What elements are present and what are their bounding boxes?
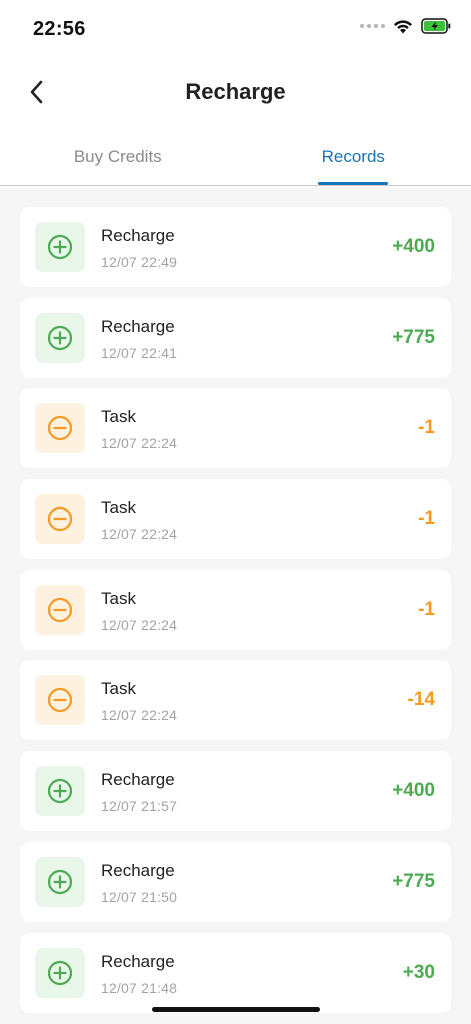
record-amount: +400 [392, 236, 435, 257]
minus-circle-icon [35, 584, 85, 635]
record-row[interactable]: Recharge 12/07 21:57 +400 [20, 751, 451, 832]
record-row[interactable]: Task 12/07 22:24 -14 [20, 660, 451, 741]
plus-circle-icon [35, 766, 85, 817]
header-area: 22:56 Recharge Buy Credits Records [0, 0, 471, 187]
record-title: Recharge [101, 226, 175, 245]
minus-circle-icon [35, 403, 85, 454]
record-time: 12/07 22:24 [101, 707, 178, 724]
record-title: Recharge [101, 860, 175, 880]
record-time: 12/07 21:57 [101, 798, 178, 815]
page-title: Recharge [185, 79, 286, 104]
record-title: Recharge [101, 770, 175, 790]
record-amount: +775 [392, 870, 435, 892]
record-time: 12/07 22:24 [101, 526, 178, 543]
minus-circle-icon [35, 675, 85, 726]
record-time: 12/07 22:24 [101, 435, 178, 452]
record-time: 12/07 21:48 [101, 979, 178, 996]
record-row[interactable]: Recharge 12/07 22:41 +775 [20, 297, 451, 378]
records-list: Recharge 12/07 22:49 +400 Recharge 12/07 22:… [20, 207, 451, 1023]
record-row[interactable]: Recharge 12/07 22:49 +400 [20, 207, 451, 287]
record-row[interactable]: Task 12/07 22:24 -1 [20, 479, 451, 560]
tab-bar: Buy Credits Records [0, 124, 471, 186]
cellular-signal-icon [360, 24, 385, 28]
record-title: Recharge [101, 951, 175, 971]
plus-circle-icon [35, 856, 85, 907]
record-row[interactable]: Task 12/07 22:24 -1 [20, 388, 451, 469]
record-time: 12/07 22:24 [101, 616, 178, 633]
record-title: Task [101, 498, 136, 518]
record-amount: -14 [407, 689, 435, 711]
tab-divider [0, 185, 471, 186]
record-row[interactable]: Task 12/07 22:24 -1 [20, 569, 451, 650]
status-time: 22:56 [33, 18, 86, 40]
navigation-bar: Recharge [0, 60, 471, 124]
record-amount: +775 [392, 326, 435, 348]
plus-circle-icon [35, 947, 85, 998]
tab-records[interactable]: Records [236, 124, 471, 186]
record-amount: +30 [402, 961, 435, 983]
minus-circle-icon [35, 494, 85, 545]
record-amount: -1 [418, 598, 435, 620]
wifi-icon [393, 19, 413, 34]
battery-charging-icon [421, 18, 451, 34]
status-indicators [360, 18, 451, 34]
record-title: Task [101, 679, 136, 699]
status-bar: 22:56 [0, 0, 471, 60]
plus-circle-icon [35, 222, 85, 272]
home-indicator [152, 1007, 320, 1012]
record-amount: -1 [418, 417, 435, 439]
record-amount: +400 [392, 780, 435, 802]
plus-circle-icon [35, 312, 85, 363]
record-row[interactable]: Recharge 12/07 21:48 +30 [20, 932, 451, 1013]
tab-buy-credits[interactable]: Buy Credits [0, 124, 236, 186]
record-time: 12/07 22:49 [101, 254, 178, 270]
record-amount: -1 [418, 508, 435, 530]
record-time: 12/07 22:41 [101, 344, 178, 361]
record-time: 12/07 21:50 [101, 888, 178, 905]
record-title: Task [101, 588, 136, 608]
record-title: Task [101, 407, 136, 427]
record-title: Recharge [101, 316, 175, 336]
record-row[interactable]: Recharge 12/07 21:50 +775 [20, 841, 451, 922]
